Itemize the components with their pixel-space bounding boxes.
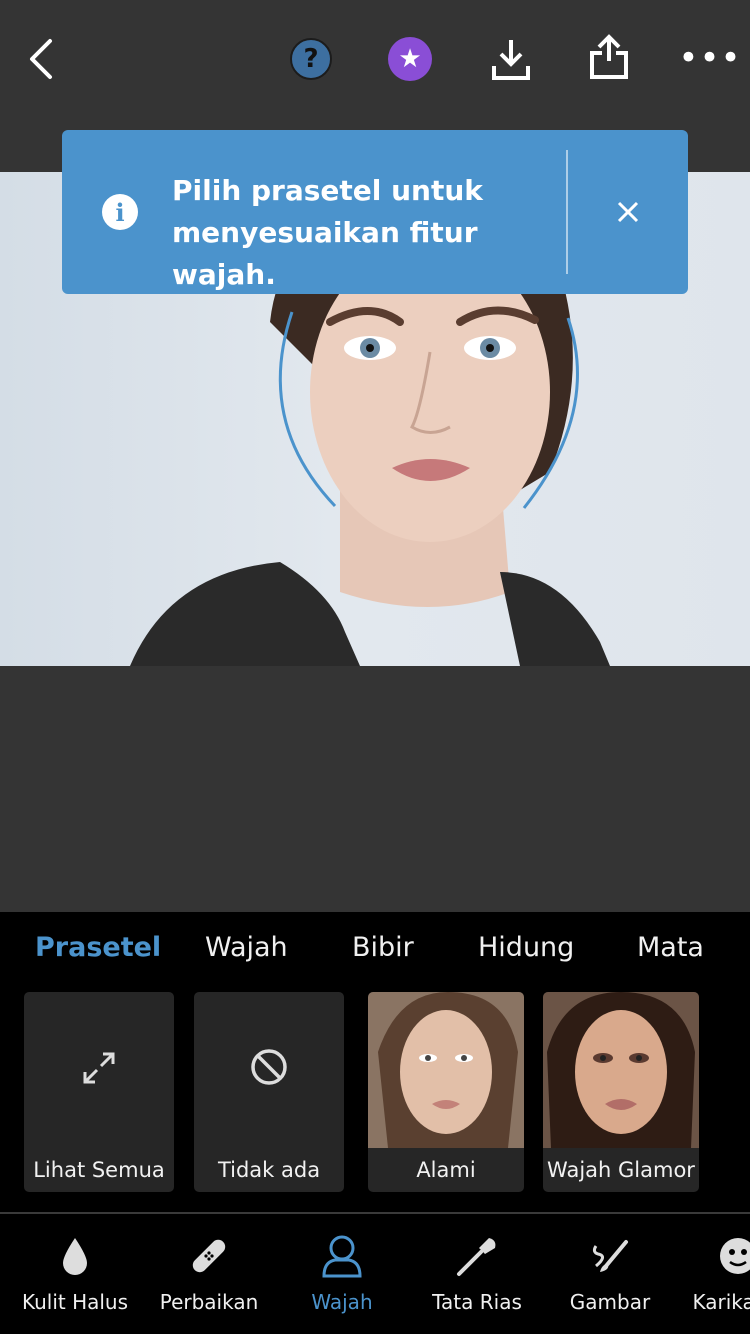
bandage-icon (192, 1239, 226, 1273)
more-icon: ••• (678, 38, 742, 78)
chevron-left-icon (30, 39, 52, 79)
person-icon (322, 1235, 362, 1278)
nav-item-gambar[interactable]: Gambar (540, 1214, 680, 1334)
preset-label: Lihat Semua (33, 1158, 165, 1182)
nav-label: Karikatur (692, 1290, 750, 1314)
bottom-panel: Prasetel Wajah Bibir Hidung Mata Lihat S… (0, 912, 750, 1334)
tab-wajah[interactable]: Wajah (205, 932, 288, 963)
close-icon (617, 201, 639, 223)
help-icon: ? (303, 44, 319, 74)
help-button[interactable]: ? (290, 38, 332, 80)
tab-mata[interactable]: Mata (637, 932, 704, 963)
banner-divider (566, 150, 568, 274)
paint-brush-icon (592, 1240, 628, 1272)
tab-bibir[interactable]: Bibir (352, 932, 414, 963)
preset-thumbnail (543, 992, 699, 1148)
no-entry-icon (251, 1049, 287, 1085)
nav-label: Wajah (311, 1290, 373, 1314)
nav-item-perbaikan[interactable]: Perbaikan (139, 1214, 279, 1334)
share-icon (590, 34, 628, 79)
nav-label: Perbaikan (159, 1290, 259, 1314)
preset-view-all[interactable]: Lihat Semua (24, 992, 174, 1192)
preset-glamour[interactable]: Wajah Glamor (543, 992, 699, 1192)
bottom-nav: Kulit Halus Perbaikan Wajah Tata Rias Ga… (0, 1214, 750, 1334)
makeup-brush-icon (457, 1238, 496, 1276)
close-banner-button[interactable] (610, 194, 646, 230)
nav-item-karikatur[interactable]: Karikatur (668, 1214, 750, 1334)
nav-item-tata-rias[interactable]: Tata Rias (407, 1214, 547, 1334)
more-options-button[interactable]: ••• (678, 38, 740, 78)
star-icon: ★ (398, 44, 422, 74)
preset-label: Wajah Glamor (547, 1158, 695, 1182)
share-button[interactable] (586, 32, 632, 82)
preset-none[interactable]: Tidak ada (194, 992, 344, 1192)
nav-label: Gambar (569, 1290, 651, 1314)
nav-label: Tata Rias (432, 1290, 522, 1314)
download-icon (492, 40, 530, 80)
info-tooltip-banner: i Pilih prasetel untuk menyesuaikan fitu… (62, 130, 688, 294)
tab-prasetel[interactable]: Prasetel (35, 932, 161, 963)
nav-item-kulit-halus[interactable]: Kulit Halus (5, 1214, 145, 1334)
preset-thumbnail (368, 992, 524, 1148)
feature-tabs: Prasetel Wajah Bibir Hidung Mata (0, 932, 750, 982)
nav-label: Kulit Halus (21, 1290, 129, 1314)
premium-button[interactable]: ★ (388, 37, 432, 81)
download-button[interactable] (488, 34, 534, 84)
drop-icon (63, 1238, 87, 1275)
info-icon: i (102, 194, 138, 230)
preset-cards: Lihat Semua Tidak ada Alami Wajah Glamor (0, 992, 750, 1192)
nav-item-wajah[interactable]: Wajah (272, 1214, 412, 1334)
expand-icon (83, 1052, 115, 1084)
preset-natural[interactable]: Alami (368, 992, 524, 1192)
preset-label: Tidak ada (217, 1158, 321, 1182)
preset-label: Alami (416, 1158, 476, 1182)
back-button[interactable] (18, 36, 64, 82)
tab-hidung[interactable]: Hidung (478, 932, 574, 963)
banner-message: Pilih prasetel untuk menyesuaikan fitur … (172, 174, 483, 291)
caricature-face-icon (720, 1238, 750, 1274)
